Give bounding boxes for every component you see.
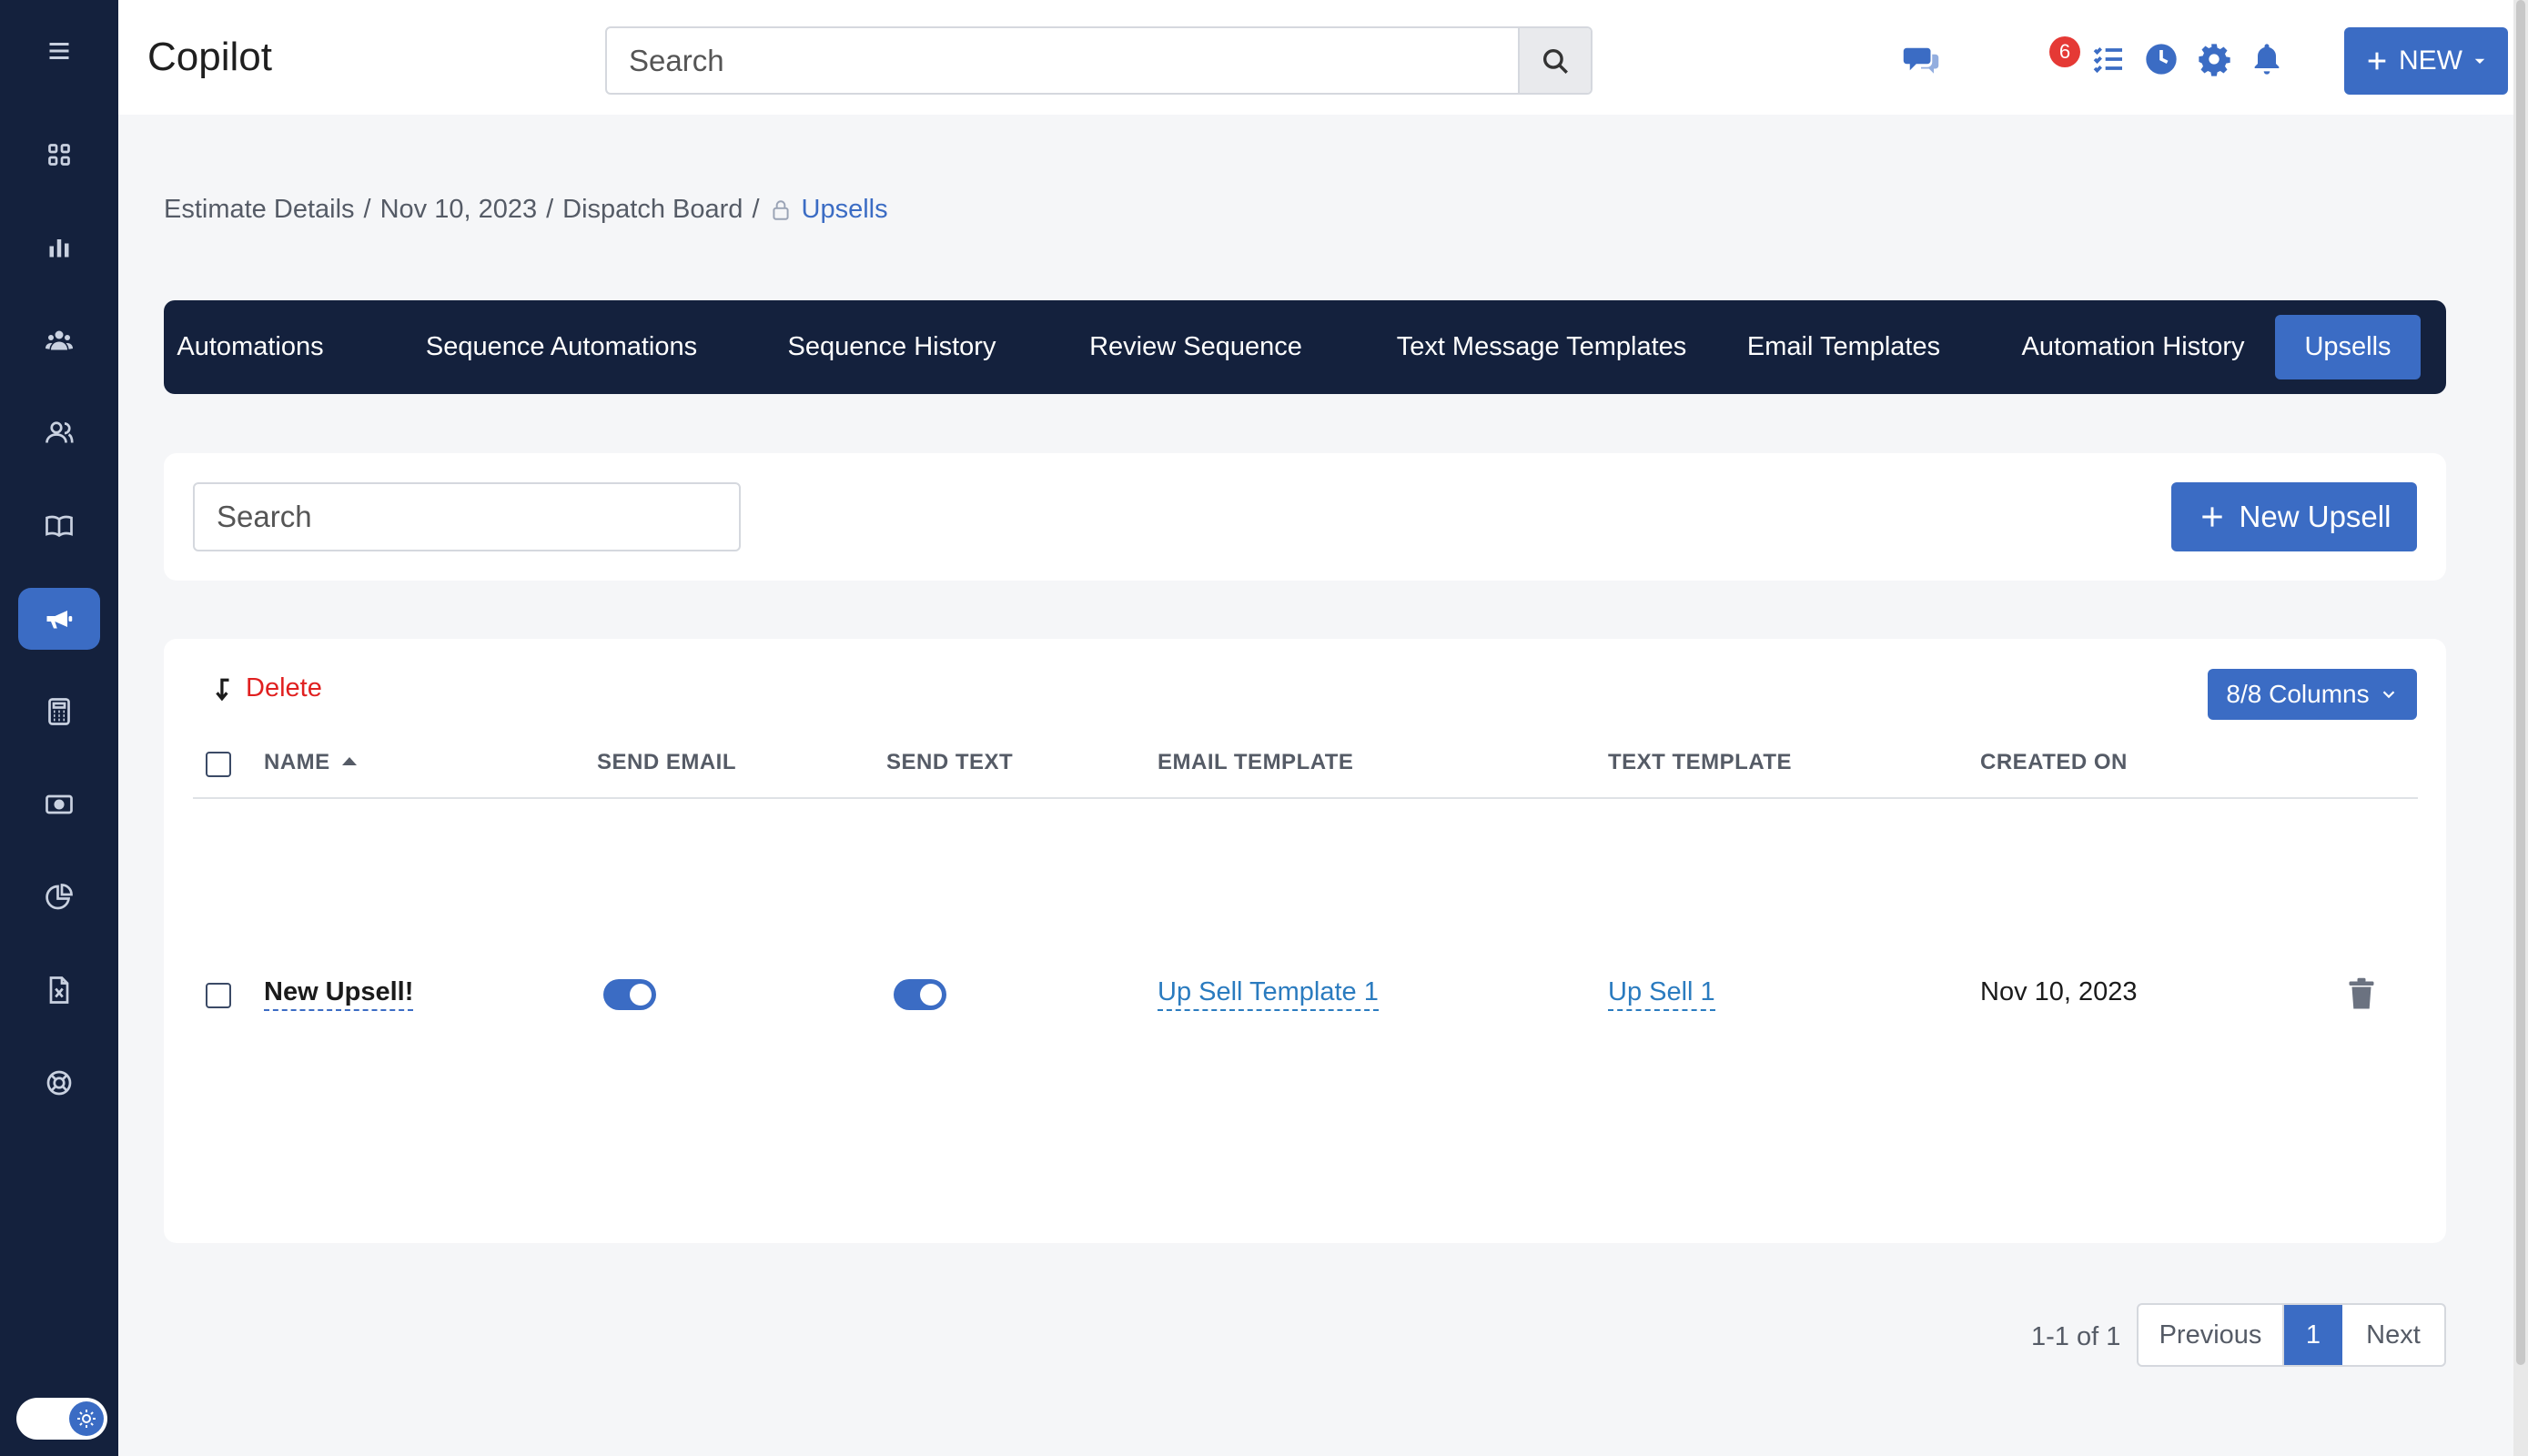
grid-icon[interactable]: [18, 124, 100, 186]
header-send-email[interactable]: SEND EMAIL: [597, 750, 736, 775]
megaphone-icon[interactable]: [18, 588, 100, 650]
plus-icon: [2368, 52, 2386, 70]
header-send-text[interactable]: SEND TEXT: [886, 750, 1013, 775]
book-icon[interactable]: [18, 495, 100, 557]
tab-email-templates[interactable]: Email Templates: [1728, 315, 1959, 379]
lifebuoy-icon[interactable]: [18, 1052, 100, 1114]
header-email-template[interactable]: EMAIL TEMPLATE: [1158, 750, 1353, 775]
header-divider: [193, 797, 2418, 799]
bell-icon[interactable]: [2248, 40, 2286, 78]
breadcrumb-item[interactable]: Dispatch Board: [562, 195, 743, 225]
theme-toggle[interactable]: [16, 1398, 107, 1440]
cash-icon[interactable]: [18, 774, 100, 835]
filter-card: New Upsell: [164, 453, 2446, 581]
delete-label[interactable]: Delete: [246, 673, 322, 703]
page-scrollbar[interactable]: [2513, 0, 2528, 1456]
previous-page-button[interactable]: Previous: [2139, 1305, 2284, 1365]
top-bar: Copilot 6 NEW C: [118, 0, 2513, 115]
sun-icon: [69, 1401, 104, 1436]
arrow-turn-down-icon: [216, 678, 229, 702]
new-button[interactable]: NEW: [2344, 27, 2508, 95]
tab-automations[interactable]: Automations: [177, 315, 323, 379]
tab-automation-history[interactable]: Automation History: [1990, 315, 2276, 379]
pie-chart-icon[interactable]: [18, 866, 100, 928]
breadcrumb-current: Upsells: [801, 195, 888, 224]
upsell-search-input[interactable]: [193, 482, 741, 551]
tab-upsells[interactable]: Upsells: [2275, 315, 2421, 379]
tab-bar: Automations Sequence Automations Sequenc…: [164, 300, 2446, 394]
chevron-down-icon: [2382, 691, 2394, 699]
upsells-table-card: Delete 8/8 Columns NAME SEND EMAIL SEND …: [164, 639, 2446, 1243]
bar-chart-icon[interactable]: [18, 217, 100, 278]
chat-icon[interactable]: [1902, 40, 1940, 78]
pagination-info: 1-1 of 1: [2031, 1322, 2121, 1351]
breadcrumb: Estimate Details / Nov 10, 2023 / Dispat…: [164, 195, 888, 225]
new-upsell-label: New Upsell: [2239, 500, 2391, 533]
new-button-label: NEW: [2399, 46, 2462, 76]
excel-file-icon[interactable]: [18, 959, 100, 1021]
columns-label: 8/8 Columns: [2226, 680, 2370, 708]
header-created-on[interactable]: CREATED ON: [1980, 750, 2128, 775]
trash-icon[interactable]: [2345, 976, 2378, 1016]
calculator-icon[interactable]: [18, 681, 100, 743]
tab-sequence-automations[interactable]: Sequence Automations: [406, 315, 717, 379]
tab-sequence-history[interactable]: Sequence History: [755, 315, 1028, 379]
columns-dropdown[interactable]: 8/8 Columns: [2208, 669, 2417, 720]
breadcrumb-item[interactable]: Estimate Details: [164, 195, 355, 225]
new-upsell-button[interactable]: New Upsell: [2171, 482, 2417, 551]
app-title: Copilot: [147, 35, 272, 79]
pagination: Previous 1 Next: [2137, 1303, 2446, 1367]
gear-icon[interactable]: [2195, 40, 2233, 78]
tab-review-sequence[interactable]: Review Sequence: [1059, 315, 1332, 379]
created-on-value: Nov 10, 2023: [1980, 977, 2138, 1006]
select-all-checkbox[interactable]: [206, 752, 231, 777]
breadcrumb-item[interactable]: Nov 10, 2023: [380, 195, 538, 225]
notification-badge: 6: [2049, 36, 2080, 67]
plus-icon: [2201, 507, 2222, 527]
caret-down-icon: [2474, 58, 2485, 64]
email-template-link[interactable]: Up Sell Template 1: [1158, 977, 1379, 1011]
sidebar: [0, 0, 118, 1456]
send-text-toggle[interactable]: [894, 979, 946, 1010]
send-email-toggle[interactable]: [603, 979, 656, 1010]
clock-icon[interactable]: [2142, 40, 2180, 78]
task-list-icon[interactable]: [2089, 40, 2128, 78]
contacts-icon[interactable]: [18, 402, 100, 464]
global-search-input[interactable]: [607, 28, 1517, 93]
header-name[interactable]: NAME: [264, 750, 359, 775]
search-button[interactable]: [1518, 28, 1591, 93]
menu-icon[interactable]: [18, 20, 100, 82]
tab-text-message-templates[interactable]: Text Message Templates: [1363, 315, 1720, 379]
search-icon: [1542, 48, 1568, 74]
team-icon[interactable]: [18, 309, 100, 371]
page-1-button[interactable]: 1: [2284, 1305, 2342, 1365]
text-template-link[interactable]: Up Sell 1: [1608, 977, 1715, 1011]
lock-icon: [772, 199, 789, 220]
next-page-button[interactable]: Next: [2342, 1305, 2444, 1365]
upsell-name-link[interactable]: New Upsell!: [264, 977, 414, 1011]
bulk-delete[interactable]: Delete: [211, 673, 322, 704]
global-search: [605, 26, 1593, 95]
row-checkbox[interactable]: [206, 983, 231, 1008]
sort-asc-icon: [341, 757, 357, 765]
header-text-template[interactable]: TEXT TEMPLATE: [1608, 750, 1792, 775]
